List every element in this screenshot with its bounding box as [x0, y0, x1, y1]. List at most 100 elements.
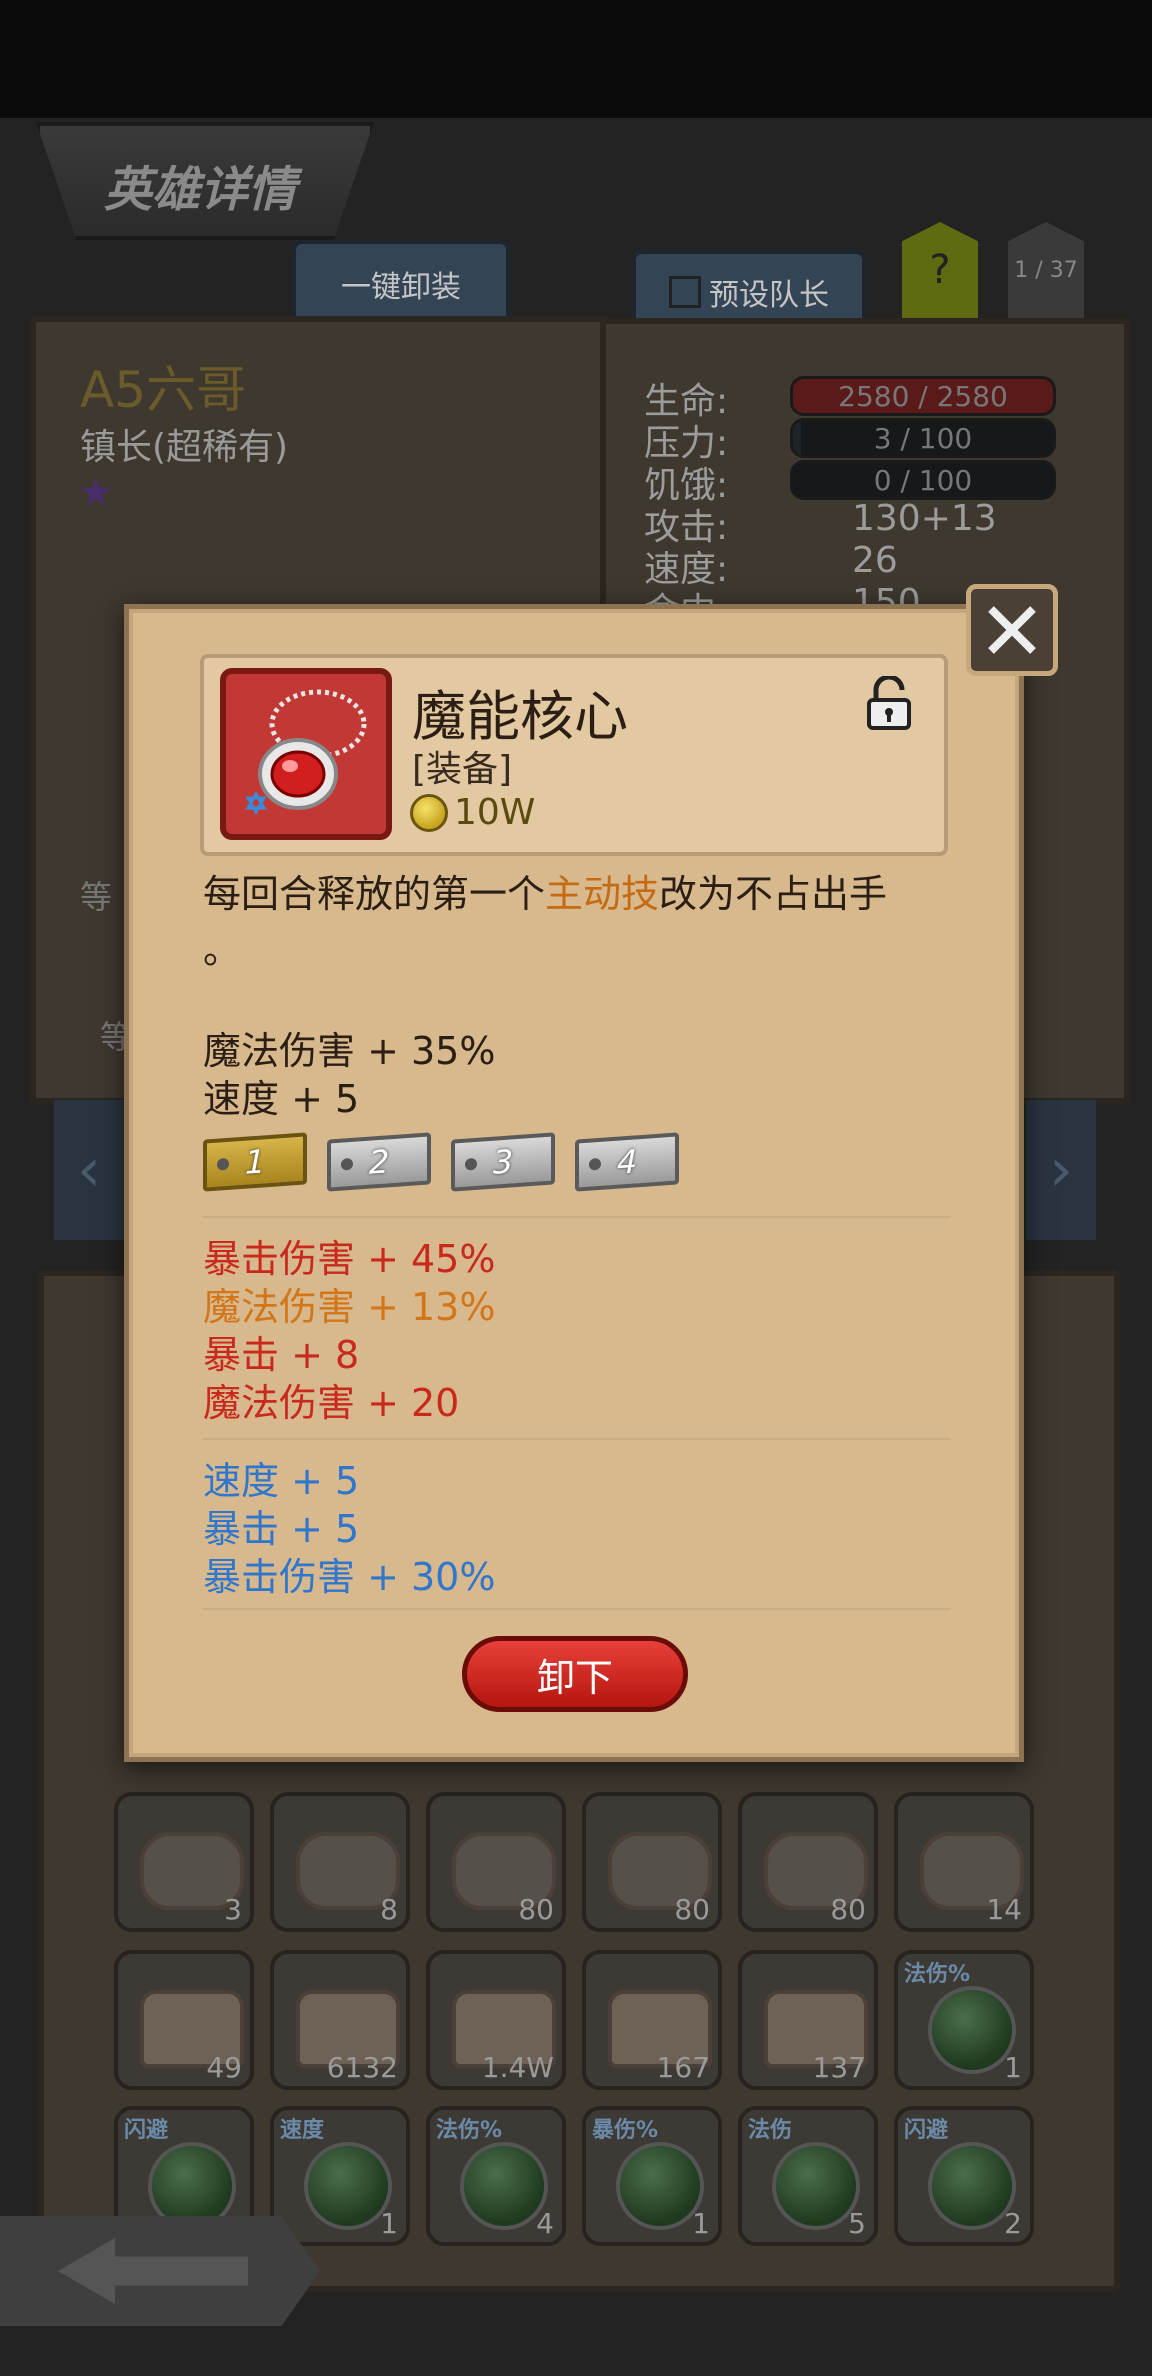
hero-class: 镇长(超稀有) — [80, 427, 289, 468]
slot-count: 1 — [692, 2207, 710, 2240]
slot-tag: 速度 — [280, 2118, 325, 2143]
level-label: 等 — [80, 878, 113, 916]
orb-icon — [928, 1986, 1016, 2074]
extra-stat: 暴击 + 5 — [203, 1507, 360, 1551]
slot-tag: 法伤% — [904, 1962, 971, 1987]
inventory-slot[interactable]: 49 — [114, 1950, 254, 2090]
slot-tag: 暴伤% — [592, 2118, 659, 2143]
base-stat: 速度 + 5 — [203, 1077, 360, 1121]
slot-rivet-icon — [589, 1157, 601, 1171]
stat-bar: 2580 / 2580 — [790, 376, 1056, 416]
pendant-icon — [245, 689, 367, 816]
slot-tag: 闪避 — [904, 2118, 949, 2143]
item-type: [装备] — [412, 749, 513, 790]
slot-count: 1.4W — [481, 2051, 554, 2084]
star-icon: ★ — [78, 470, 114, 516]
divider — [203, 1438, 951, 1440]
orb-icon — [460, 2142, 548, 2230]
close-icon — [988, 606, 1036, 654]
slot-rivet-icon — [465, 1157, 477, 1171]
slot-count: 4 — [536, 2207, 554, 2240]
inventory-slot[interactable]: 8 — [270, 1792, 410, 1932]
orb-icon — [304, 2142, 392, 2230]
enhance-slot[interactable]: 1 — [203, 1132, 307, 1192]
inventory-slot[interactable]: 80 — [738, 1792, 878, 1932]
slot-count: 137 — [812, 2051, 866, 2084]
inventory-slot[interactable]: 1.4W — [426, 1950, 566, 2090]
inventory-slot[interactable]: 3 — [114, 1792, 254, 1932]
desc-post: 改为不占出手 — [659, 872, 888, 916]
enhance-slot[interactable]: 2 — [327, 1132, 431, 1192]
desc-highlight: 主动技 — [545, 872, 660, 916]
page-counter: 1 / 37 — [1008, 222, 1084, 318]
next-hero-arrow[interactable]: › — [1026, 1100, 1096, 1240]
extra-stat: 暴击伤害 + 30% — [203, 1555, 496, 1599]
enhance-slot[interactable]: 3 — [451, 1132, 555, 1192]
slot-count: 80 — [674, 1893, 710, 1926]
coin-icon — [410, 794, 448, 832]
inventory-slot[interactable]: 14 — [894, 1792, 1034, 1932]
base-stat: 魔法伤害 + 35% — [203, 1029, 496, 1073]
inventory-slot[interactable]: 137 — [738, 1950, 878, 2090]
bonus-stat: 魔法伤害 + 20 — [203, 1381, 460, 1425]
help-button[interactable]: ? — [902, 222, 978, 318]
desc-pre: 每回合释放的第一个 — [203, 872, 546, 916]
page-title: 英雄详情 — [104, 162, 297, 218]
slot-tag: 法伤% — [436, 2118, 503, 2143]
inventory-slot[interactable]: 80 — [582, 1792, 722, 1932]
enhance-slot[interactable]: 4 — [575, 1132, 679, 1192]
item-icon — [220, 668, 392, 840]
slot-count: 2 — [1004, 2207, 1022, 2240]
bonus-stat: 暴击伤害 + 45% — [203, 1237, 496, 1281]
slot-count: 6132 — [326, 2051, 398, 2084]
slot-count: 80 — [518, 1893, 554, 1926]
inventory-slot[interactable]: 速度 1 — [270, 2106, 410, 2246]
slot-count: 80 — [830, 1893, 866, 1926]
bonus-stat: 魔法伤害 + 13% — [203, 1285, 496, 1329]
help-label: ? — [929, 247, 951, 293]
desc-end: 。 — [203, 928, 242, 972]
slot-count: 49 — [206, 2051, 242, 2084]
stat-value: 26 — [852, 540, 898, 581]
inventory-slot[interactable]: 暴伤% 1 — [582, 2106, 722, 2246]
one-click-unequip-button[interactable]: 一键卸装 — [292, 240, 510, 328]
hero-name: A5六哥 — [80, 361, 247, 419]
back-button[interactable] — [0, 2216, 320, 2326]
inventory-slot[interactable]: 闪避 2 — [894, 2106, 1034, 2246]
inventory-slot[interactable]: 167 — [582, 1950, 722, 2090]
divider — [203, 1608, 951, 1610]
slot-count: 5 — [848, 2207, 866, 2240]
unlock-icon[interactable] — [866, 674, 912, 730]
extra-stat: 速度 + 5 — [203, 1459, 360, 1503]
inventory-slot[interactable]: 6132 — [270, 1950, 410, 2090]
slot-tag: 法伤 — [748, 2118, 793, 2143]
back-arrow-icon — [58, 2238, 248, 2304]
page-counter-label: 1 / 37 — [1014, 257, 1078, 283]
slot-count: 8 — [380, 1893, 398, 1926]
item-price: 10W — [454, 792, 536, 833]
stat-bar: 0 / 100 — [790, 460, 1056, 500]
close-button[interactable] — [966, 584, 1058, 676]
checkbox[interactable] — [669, 276, 701, 308]
slot-count: 1 — [1004, 2051, 1022, 2084]
prev-hero-arrow[interactable]: ‹ — [54, 1100, 124, 1240]
orb-icon — [928, 2142, 1016, 2230]
slot-count: 1 — [380, 2207, 398, 2240]
stat-value: 130+13 — [852, 498, 997, 539]
orb-icon — [616, 2142, 704, 2230]
preset-leader-label: 预设队长 — [709, 278, 829, 313]
enhance-slot-label: 4 — [616, 1142, 638, 1182]
enhance-slot-label: 2 — [368, 1142, 390, 1182]
inventory-slot[interactable]: 80 — [426, 1792, 566, 1932]
slot-rivet-icon — [217, 1157, 229, 1171]
orb-icon — [772, 2142, 860, 2230]
enhance-slot-label: 3 — [492, 1142, 514, 1182]
stat-bar: 3 / 100 — [790, 418, 1056, 458]
item-description: 每回合释放的第一个主动技改为不占出手。 — [203, 866, 963, 978]
unequip-button[interactable]: 卸下 — [462, 1636, 688, 1712]
inventory-slot[interactable]: 法伤 5 — [738, 2106, 878, 2246]
divider — [203, 1216, 951, 1218]
slot-count: 167 — [656, 2051, 710, 2084]
inventory-slot[interactable]: 法伤% 4 — [426, 2106, 566, 2246]
inventory-slot[interactable]: 法伤% 1 — [894, 1950, 1034, 2090]
